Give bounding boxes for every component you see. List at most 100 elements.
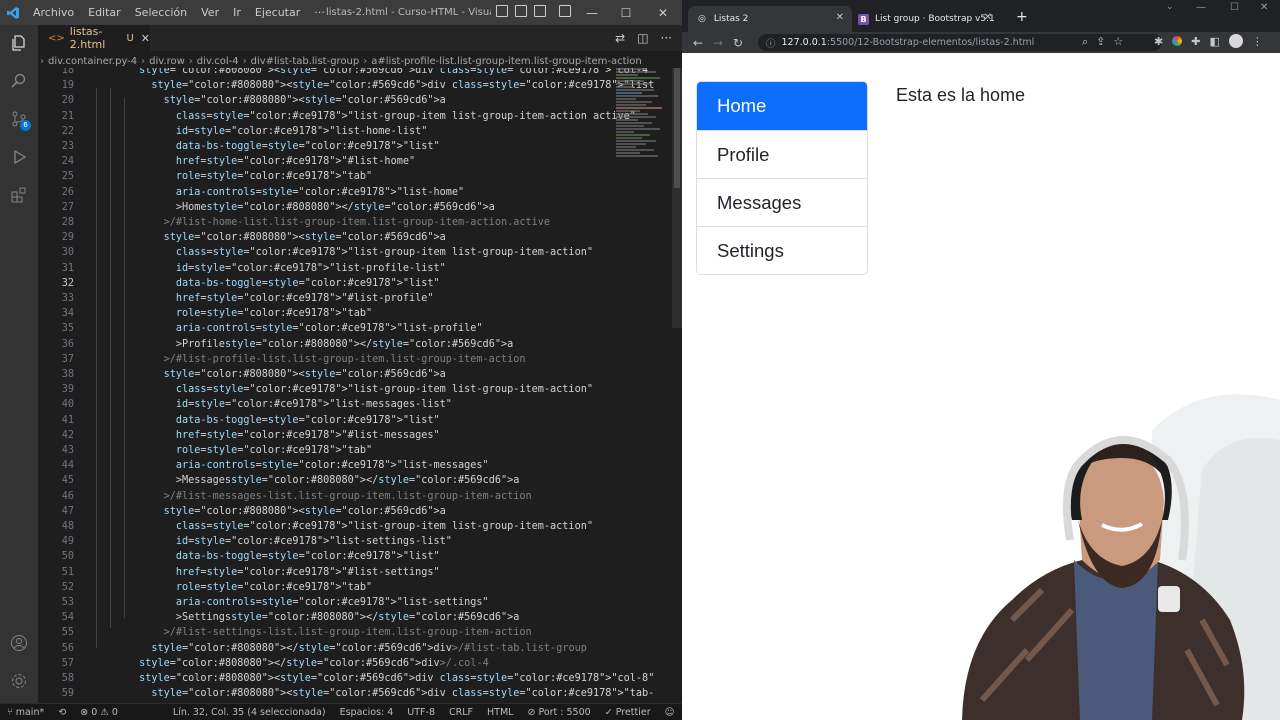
toggle-panel-icon[interactable] bbox=[515, 5, 527, 17]
share-icon[interactable]: ⇪ bbox=[1096, 35, 1105, 49]
menu-item[interactable]: Ejecutar bbox=[248, 0, 307, 25]
feedback-icon[interactable]: ☺ bbox=[665, 707, 675, 718]
breadcrumb-item[interactable]: div.row bbox=[149, 56, 185, 67]
list-group-item-home[interactable]: Home bbox=[697, 82, 867, 130]
chevron-right-icon: › bbox=[40, 55, 44, 67]
line-number: 33 bbox=[61, 293, 74, 304]
close-tab-icon[interactable]: ✕ bbox=[141, 32, 150, 45]
warning-icon: ⚠ bbox=[100, 706, 109, 718]
explorer-icon[interactable] bbox=[9, 33, 29, 53]
browser-tab-title: Listas 2 bbox=[713, 14, 749, 24]
code-line: style="color:#808080"><style="color:#569… bbox=[139, 68, 654, 76]
minimap[interactable] bbox=[616, 68, 672, 218]
close-window-icon[interactable]: ✕ bbox=[645, 0, 681, 25]
prettier-status[interactable]: ✓ Prettier bbox=[605, 707, 651, 718]
search-icon[interactable] bbox=[9, 71, 29, 91]
end-of-line[interactable]: CRLF bbox=[449, 707, 473, 718]
browser-tab-bootstrap[interactable]: B List group · Bootstrap v5.1 ✕ bbox=[848, 6, 1000, 32]
reload-icon[interactable]: ↻ bbox=[728, 36, 748, 50]
code-line: style="color:#808080"><style="color:#569… bbox=[151, 80, 654, 92]
toggle-sidebar-icon[interactable] bbox=[496, 5, 508, 17]
extensions-puzzle-icon[interactable]: ✚ bbox=[1191, 35, 1200, 48]
profile-avatar[interactable] bbox=[1228, 34, 1243, 48]
forward-icon[interactable]: → bbox=[708, 36, 728, 50]
list-group-item-profile[interactable]: Profile bbox=[697, 130, 867, 178]
line-number: 53 bbox=[61, 597, 74, 608]
list-group-item-messages[interactable]: Messages bbox=[697, 178, 867, 226]
code-line: style="color:#808080"><style="color:#569… bbox=[163, 232, 446, 244]
more-actions-icon[interactable]: ··· bbox=[661, 31, 672, 45]
menu-item[interactable]: Selección bbox=[128, 0, 194, 25]
split-editor-icon[interactable]: ◫ bbox=[637, 31, 648, 45]
new-tab-icon[interactable]: + bbox=[1016, 9, 1028, 25]
browser-menu-icon[interactable]: ⋮ bbox=[1252, 35, 1263, 48]
code-line: aria-controls=style="color:#ce9178">"lis… bbox=[175, 186, 465, 198]
breadcrumb-item[interactable]: div#list-tab.list-group bbox=[251, 56, 360, 67]
maximize-icon[interactable]: ☐ bbox=[608, 0, 644, 25]
close-tab-icon[interactable]: ✕ bbox=[836, 12, 844, 23]
menu-item[interactable]: Archivo bbox=[26, 0, 81, 25]
menu-item[interactable]: Ver bbox=[194, 0, 226, 25]
code-editor[interactable]: 18 style="color:#808080"><style="color:#… bbox=[38, 68, 654, 704]
code-line: class=style="color:#ce9178">"list-group-… bbox=[175, 247, 593, 259]
compare-changes-icon[interactable]: ⇄ bbox=[615, 31, 625, 45]
menu-item[interactable]: Ir bbox=[226, 0, 248, 25]
side-panel-icon[interactable]: ◧ bbox=[1209, 35, 1219, 48]
indentation[interactable]: Espacios: 4 bbox=[340, 707, 394, 718]
line-number: 51 bbox=[61, 566, 74, 578]
tab-search-icon[interactable]: ⌄ bbox=[1166, 2, 1174, 12]
minimize-icon[interactable]: — bbox=[1196, 2, 1206, 13]
line-number: 31 bbox=[61, 262, 74, 274]
line-number: 52 bbox=[61, 581, 74, 593]
line-number: 21 bbox=[61, 110, 74, 122]
line-number: 43 bbox=[61, 445, 74, 456]
menu-item[interactable]: Editar bbox=[81, 0, 128, 25]
tab-listas-2[interactable]: <> listas-2.html U ✕ bbox=[38, 25, 150, 51]
extensions-icon[interactable] bbox=[9, 185, 29, 205]
toggle-secondary-sidebar-icon[interactable] bbox=[534, 5, 546, 17]
line-number: 22 bbox=[61, 125, 74, 137]
chevron-right-icon: › bbox=[188, 55, 193, 67]
sync-icon[interactable]: ⟲ bbox=[58, 707, 66, 718]
language-mode[interactable]: HTML bbox=[487, 707, 513, 718]
account-icon[interactable] bbox=[9, 633, 29, 653]
breadcrumb-item[interactable]: div.container.py-4 bbox=[48, 56, 137, 67]
extension-color-icon[interactable] bbox=[1172, 36, 1183, 46]
editor-scrollbar[interactable] bbox=[672, 68, 682, 328]
line-number: 34 bbox=[61, 308, 74, 320]
close-tab-icon[interactable]: ✕ bbox=[984, 12, 992, 23]
customize-layout-icon[interactable] bbox=[559, 5, 571, 17]
list-group-item-settings[interactable]: Settings bbox=[697, 226, 867, 274]
live-server-port[interactable]: ⊘ Port : 5500 bbox=[527, 707, 590, 718]
cursor-position[interactable]: Lín. 32, Col. 35 (4 seleccionada) bbox=[173, 707, 326, 718]
line-number: 19 bbox=[61, 80, 74, 92]
extension-react-icon[interactable]: ✱ bbox=[1154, 35, 1163, 48]
breadcrumb-item[interactable]: div.col-4 bbox=[197, 56, 239, 67]
code-line: href=style="color:#ce9178">"#list-home" bbox=[175, 156, 416, 168]
line-number: 28 bbox=[61, 217, 74, 228]
close-window-icon[interactable]: ✕ bbox=[1260, 2, 1268, 13]
run-debug-icon[interactable] bbox=[9, 147, 29, 167]
problems-indicator[interactable]: ⊗ 0 ⚠ 0 bbox=[80, 707, 118, 718]
breadcrumb-item[interactable]: a#list-profile-list.list-group-item.list… bbox=[371, 56, 642, 67]
code-line: data-bs-toggle=style="color:#ce9178">"li… bbox=[175, 277, 440, 289]
code-line: id=style="color:#ce9178">"list-home-list… bbox=[175, 125, 428, 137]
branch-indicator[interactable]: ⑂ main* bbox=[7, 707, 44, 718]
back-icon[interactable]: ← bbox=[688, 36, 708, 50]
settings-gear-icon[interactable] bbox=[9, 671, 29, 691]
zoom-icon[interactable]: ⌕ bbox=[1082, 35, 1088, 49]
source-control-icon[interactable]: 6 bbox=[9, 109, 31, 131]
maximize-icon[interactable]: ☐ bbox=[1230, 2, 1239, 13]
chevron-right-icon: › bbox=[242, 55, 247, 67]
web-page: Home Profile Messages Settings Esta es la h… bbox=[682, 53, 1280, 720]
globe-icon: ◎ bbox=[698, 14, 706, 24]
line-number: 57 bbox=[61, 657, 74, 669]
code-line: id=style="color:#ce9178">"list-messages-… bbox=[175, 399, 452, 411]
encoding[interactable]: UTF-8 bbox=[407, 707, 435, 718]
bookmark-star-icon[interactable]: ☆ bbox=[1113, 35, 1123, 49]
browser-tab-listas-2[interactable]: ◎ Listas 2 ✕ bbox=[688, 6, 852, 32]
code-line: class=style="color:#ce9178">"list-group-… bbox=[175, 521, 593, 532]
line-number: 37 bbox=[61, 353, 74, 365]
bootstrap-favicon-icon: B bbox=[858, 13, 869, 25]
minimize-icon[interactable]: — bbox=[574, 0, 610, 25]
